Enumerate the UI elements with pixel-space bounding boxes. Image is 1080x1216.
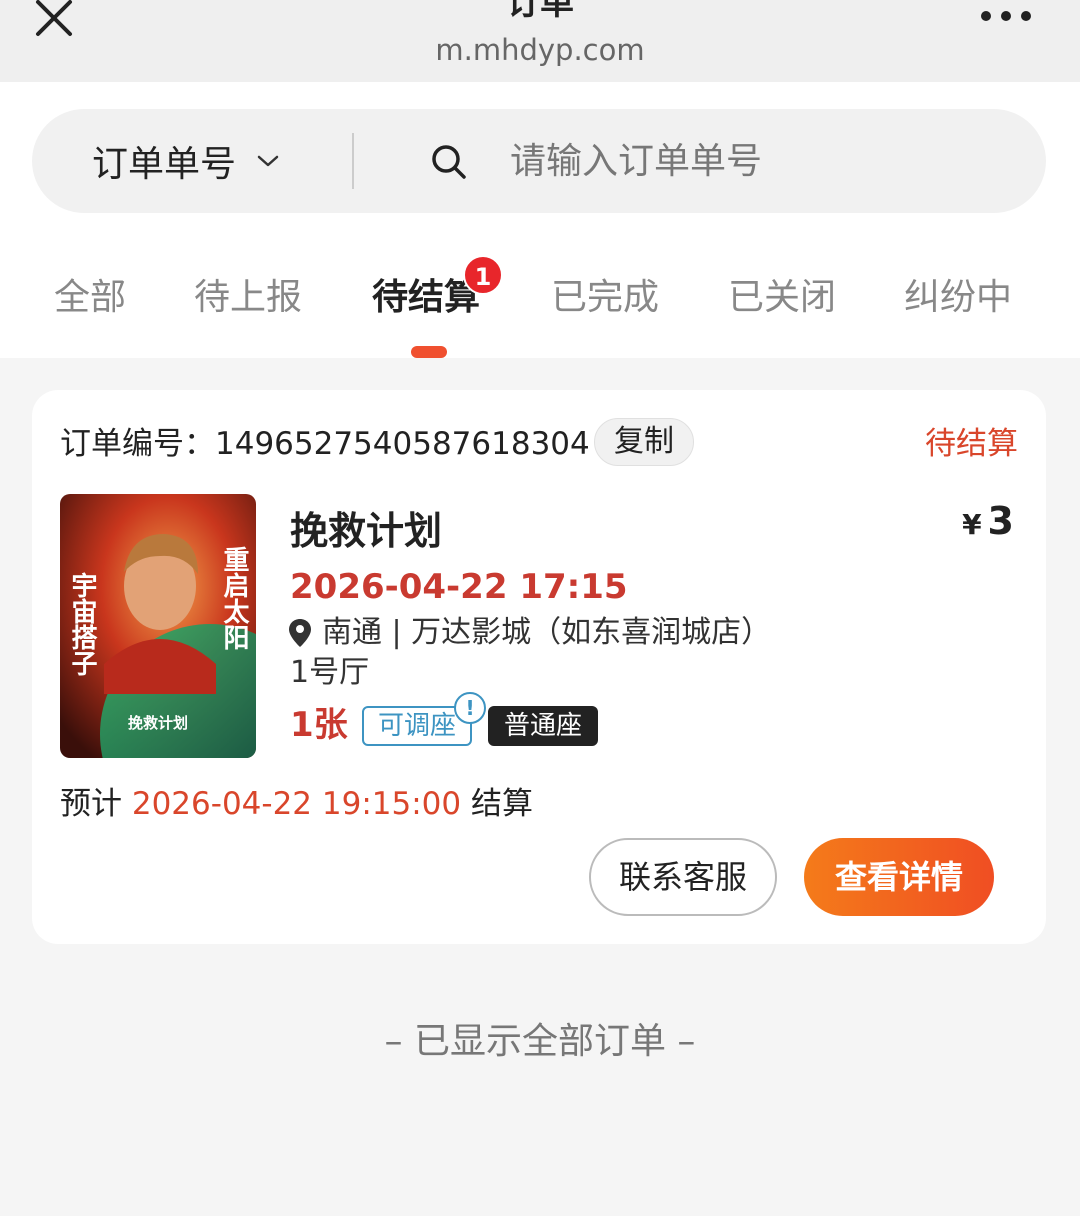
search-input[interactable]	[510, 131, 1010, 191]
status-tabs: 全部 待上报 待结算 1 已完成 已关闭 纠纷中	[0, 222, 1080, 358]
poster-bottom-text: 挽救计划	[128, 714, 188, 732]
movie-title: 挽救计划	[290, 509, 443, 553]
settlement-estimate: 预计 2026-04-22 19:15:00 结算	[60, 784, 533, 824]
list-end-note: – 已显示全部订单 –	[384, 1021, 696, 1062]
contact-service-button[interactable]: 联系客服	[589, 838, 777, 916]
poster-left-text: 宇宙搭子	[67, 572, 97, 676]
cinema-location: 南通 | 万达影城（如东喜润城店）	[288, 612, 771, 654]
orders-page: 订单 m.mhdyp.com 订单单号 全部 待上报	[0, 0, 1080, 1216]
search-icon	[432, 145, 466, 179]
tab-pending-report[interactable]: 待上报	[194, 276, 302, 320]
poster-right-text: 重启太阳	[219, 546, 249, 650]
currency-symbol: ¥	[962, 508, 982, 541]
search-type-dropdown[interactable]: 订单单号	[92, 109, 280, 213]
cinema-name: 南通 | 万达影城（如东喜润城店）	[322, 615, 772, 650]
tab-completed[interactable]: 已完成	[551, 276, 659, 320]
order-card: 订单编号：1496527540587618304 复制 待结算 宇宙搭子 重启太…	[32, 390, 1046, 944]
ticket-count: 1张	[290, 705, 348, 745]
order-number: 订单编号：1496527540587618304	[60, 426, 590, 462]
active-tab-indicator	[411, 346, 447, 358]
view-details-button[interactable]: 查看详情	[804, 838, 994, 916]
info-icon[interactable]: !	[454, 692, 486, 724]
seat-type-tag: 普通座	[488, 706, 598, 746]
more-icon[interactable]	[976, 4, 1036, 28]
page-title: 订单	[506, 0, 574, 23]
search-bar: 订单单号	[32, 109, 1046, 213]
top-bar: 订单 m.mhdyp.com	[0, 0, 1080, 82]
tab-all[interactable]: 全部	[54, 276, 126, 320]
tab-disputed[interactable]: 纠纷中	[904, 276, 1012, 320]
settle-time: 2026-04-22 19:15:00	[131, 786, 462, 822]
movie-poster[interactable]: 宇宙搭子 重启太阳 挽救计划	[60, 494, 256, 758]
chevron-down-icon	[257, 155, 279, 167]
order-status: 待结算	[925, 426, 1018, 462]
hall-number: 1号厅	[290, 655, 370, 690]
search-area: 订单单号	[0, 82, 1080, 222]
search-type-label: 订单单号	[92, 144, 237, 185]
location-pin-icon	[289, 619, 311, 647]
tab-count-badge: 1	[463, 255, 503, 295]
search-divider	[352, 133, 354, 189]
copy-button[interactable]: 复制	[594, 418, 694, 466]
page-url: m.mhdyp.com	[435, 33, 645, 67]
tab-closed[interactable]: 已关闭	[728, 276, 836, 320]
settle-suffix: 结算	[470, 786, 533, 822]
order-price: ¥3	[962, 498, 1014, 548]
settle-prefix: 预计	[60, 786, 122, 822]
price-value: 3	[987, 499, 1014, 543]
showtime: 2026-04-22 17:15	[290, 567, 628, 607]
